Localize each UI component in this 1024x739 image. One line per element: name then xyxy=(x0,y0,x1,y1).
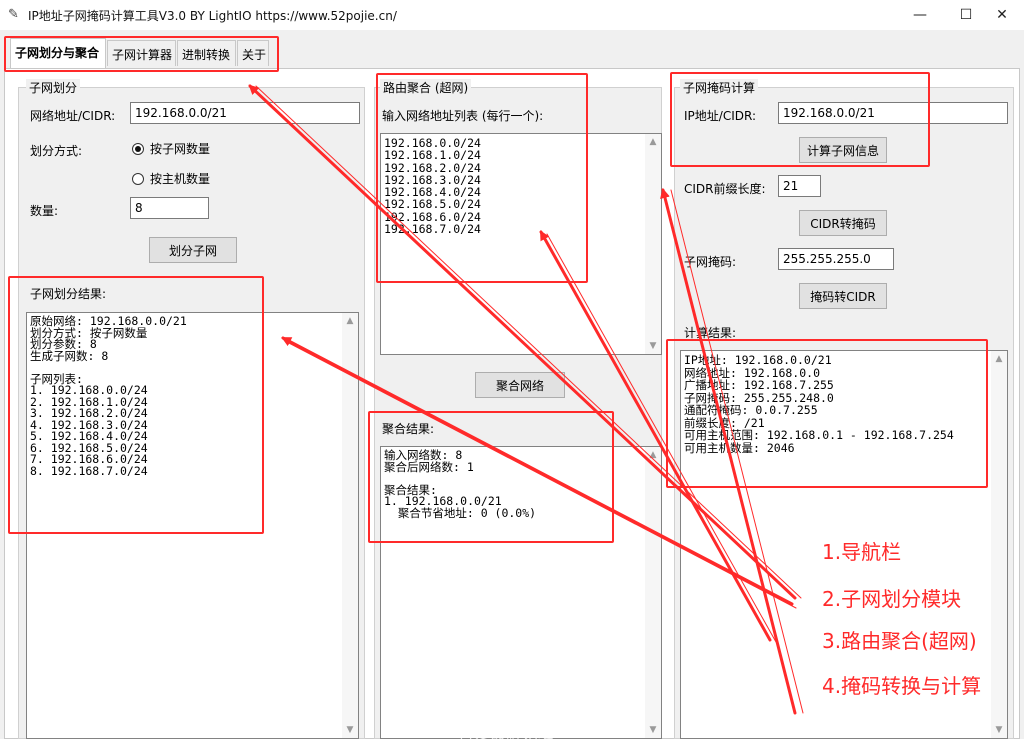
mask-to-cidr-button[interactable]: 掩码转CIDR xyxy=(799,283,887,309)
calc-result-content: IP地址: 192.168.0.0/21 网络地址: 192.168.0.0 广… xyxy=(684,353,954,455)
scroll-up-icon[interactable]: ▲ xyxy=(645,447,661,463)
scroll-up-icon[interactable]: ▲ xyxy=(342,313,358,329)
subnet-mask-label: 子网掩码: xyxy=(684,255,737,269)
network-cidr-input[interactable]: 192.168.0.0/21 xyxy=(130,102,360,124)
minimize-button[interactable]: — xyxy=(898,0,942,30)
radio-by-host-count-label: 按主机数量 xyxy=(150,172,211,186)
count-label: 数量: xyxy=(30,204,59,218)
aggregation-result-content: 输入网络数: 8 聚合后网络数: 1 聚合结果: 1. 192.168.0.0/… xyxy=(384,448,537,520)
network-list-input[interactable]: 192.168.0.0/24 192.168.1.0/24 192.168.2.… xyxy=(380,133,662,355)
window-title: IP地址子网掩码计算工具V3.0 BY LightIO https://www.… xyxy=(28,9,397,23)
division-result-scrollbar[interactable]: ▲ ▼ xyxy=(342,313,358,738)
cidr-prefix-label: CIDR前缀长度: xyxy=(684,182,766,196)
calc-result-scrollbar[interactable]: ▲ ▼ xyxy=(991,351,1007,738)
aggregation-result-label: 聚合结果: xyxy=(382,422,435,436)
scroll-down-icon[interactable]: ▼ xyxy=(645,338,661,354)
network-list-label: 输入网络地址列表 (每行一个): xyxy=(382,109,544,123)
radio-checked-icon xyxy=(132,142,144,155)
network-list-scrollbar[interactable]: ▲ ▼ xyxy=(645,134,661,354)
division-result-label: 子网划分结果: xyxy=(30,287,107,301)
tab-subnet-calculator[interactable]: 子网计算器 xyxy=(107,40,176,66)
subnet-mask-input[interactable]: 255.255.255.0 xyxy=(778,248,894,270)
annotation-subnet-module: 2.子网划分模块 xyxy=(822,587,962,611)
divide-subnet-button[interactable]: 划分子网 xyxy=(149,237,237,263)
subnet-division-title: 子网划分 xyxy=(26,79,81,96)
radio-unchecked-icon xyxy=(132,172,144,185)
route-aggregation-title: 路由聚合 (超网) xyxy=(380,79,472,96)
annotation-mask-calc: 4.掩码转换与计算 xyxy=(822,674,982,698)
network-list-content: 192.168.0.0/24 192.168.1.0/24 192.168.2.… xyxy=(384,136,481,237)
close-button[interactable]: ✕ xyxy=(980,0,1024,30)
scroll-down-icon[interactable]: ▼ xyxy=(342,722,358,738)
calc-result-label: 计算结果: xyxy=(684,326,737,340)
cidr-prefix-input[interactable]: 21 xyxy=(778,175,821,197)
tab-about[interactable]: 关于 xyxy=(237,40,269,66)
aggregation-result-scrollbar[interactable]: ▲ ▼ xyxy=(645,447,661,738)
scroll-up-icon[interactable]: ▲ xyxy=(645,134,661,150)
division-result-content: 原始网络: 192.168.0.0/21 划分方式: 按子网数量 划分参数: 8… xyxy=(30,314,187,478)
division-method-label: 划分方式: xyxy=(30,144,83,158)
tab-base-conversion[interactable]: 进制转换 xyxy=(177,40,236,66)
watermark-text: 吾爱破解论坛 xyxy=(458,724,555,739)
feather-icon: ✎ xyxy=(8,7,19,22)
ip-cidr-label: IP地址/CIDR: xyxy=(684,109,756,123)
annotation-nav: 1.导航栏 xyxy=(822,540,902,564)
ip-cidr-input[interactable]: 192.168.0.0/21 xyxy=(778,102,1008,124)
scroll-up-icon[interactable]: ▲ xyxy=(991,351,1007,367)
calc-subnet-info-button[interactable]: 计算子网信息 xyxy=(799,137,887,163)
division-result-text[interactable]: 原始网络: 192.168.0.0/21 划分方式: 按子网数量 划分参数: 8… xyxy=(26,312,359,739)
scroll-down-icon[interactable]: ▼ xyxy=(991,722,1007,738)
title-bar: ✎ IP地址子网掩码计算工具V3.0 BY LightIO https://ww… xyxy=(0,0,1024,30)
annotation-route-aggregation: 3.路由聚合(超网) xyxy=(822,629,977,653)
radio-by-subnet-count-label: 按子网数量 xyxy=(150,142,211,156)
aggregation-result-text[interactable]: 输入网络数: 8 聚合后网络数: 1 聚合结果: 1. 192.168.0.0/… xyxy=(380,446,662,739)
cidr-to-mask-button[interactable]: CIDR转掩码 xyxy=(799,210,887,236)
radio-by-host-count[interactable]: 按主机数量 xyxy=(132,170,210,187)
radio-by-subnet-count[interactable]: 按子网数量 xyxy=(132,140,210,157)
network-cidr-label: 网络地址/CIDR: xyxy=(30,109,116,123)
count-input[interactable]: 8 xyxy=(130,197,209,219)
scroll-down-icon[interactable]: ▼ xyxy=(645,722,661,738)
subnet-calc-title: 子网掩码计算 xyxy=(680,79,759,96)
tab-subnet-aggregation[interactable]: 子网划分与聚合 xyxy=(10,38,106,68)
aggregate-network-button[interactable]: 聚合网络 xyxy=(475,372,565,398)
